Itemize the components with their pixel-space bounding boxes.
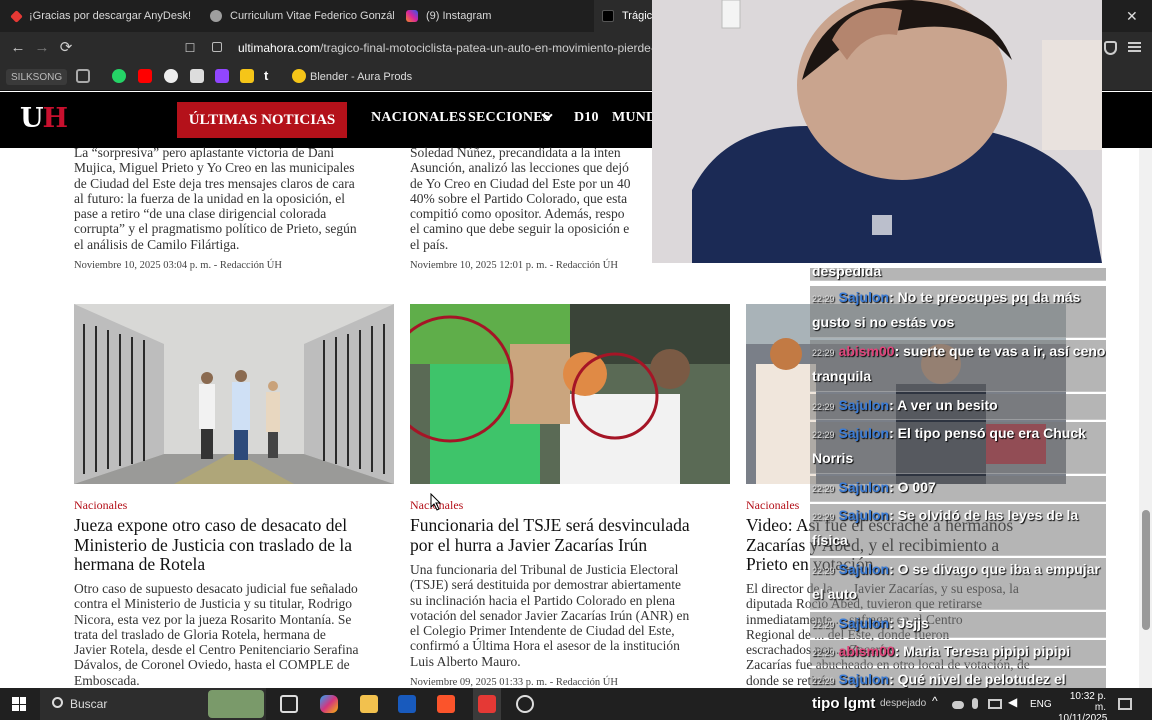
chat-overlay: despedida 22:29 Sajulon: No te preocupes … <box>810 268 1106 688</box>
chat-message: 22:29 Sajulon: Se olvidó de las leyes de … <box>810 504 1106 556</box>
category-label[interactable]: Nacionales <box>746 498 799 513</box>
article-meta: Noviembre 10, 2025 12:01 p. m. - Redacci… <box>410 260 618 271</box>
crowd-image <box>410 304 730 484</box>
chat-message: 22:29 Sajulon: O se divago que iba a empu… <box>810 558 1106 610</box>
tab-label: ¡Gracias por descargar AnyDesk! <box>29 10 192 22</box>
logo-h: H <box>42 103 68 134</box>
chat-message: 22:29 Sajulon: El tipo pensó que era Chuc… <box>810 422 1106 474</box>
menu-icon[interactable] <box>1128 42 1141 52</box>
taskbar-active-app[interactable] <box>473 688 501 720</box>
article-meta: Noviembre 10, 2025 03:04 p. m. - Redacci… <box>74 260 282 271</box>
windows-start-icon[interactable] <box>12 697 26 711</box>
close-icon[interactable]: ✕ <box>1126 8 1138 25</box>
chat-message: 22:29 Sajulon: Jsjjs <box>810 612 1106 638</box>
prison-corridor-image <box>74 304 394 484</box>
clock-time: 10:32 p. m. <box>1069 691 1106 713</box>
ultimas-noticias-button[interactable]: ÚLTIMAS NOTICIAS <box>177 102 347 138</box>
volume-icon[interactable]: ◀ <box>1008 695 1017 709</box>
cloud-icon[interactable] <box>952 701 964 709</box>
blender-icon <box>292 69 306 83</box>
apps-icon[interactable] <box>76 69 90 83</box>
logo-u: U <box>20 103 44 134</box>
chat-message: 22:29 abism00: Maria Teresa pipipi pipipi <box>810 640 1106 666</box>
brave-shield-icon[interactable] <box>1104 41 1117 55</box>
nav-nacionales[interactable]: NACIONALES <box>371 110 466 126</box>
notifications-icon[interactable] <box>1118 698 1132 710</box>
clock-date: 10/11/2025 <box>1058 713 1108 724</box>
category-label[interactable]: Nacionales <box>74 498 127 513</box>
obs-icon[interactable] <box>516 695 534 713</box>
article-excerpt: Otro caso de supuesto desacato judicial … <box>74 581 359 688</box>
twitch-icon[interactable] <box>215 69 229 83</box>
tab-curriculum[interactable]: Curriculum Vitae Federico González.p <box>198 0 394 32</box>
clock[interactable]: 10:32 p. m. 10/11/2025 <box>1058 691 1108 724</box>
back-icon[interactable]: ← <box>8 38 28 58</box>
nav-d10[interactable]: D10 <box>574 110 599 126</box>
network-icon[interactable] <box>988 699 1002 709</box>
nav-mundo[interactable]: MUND <box>612 110 656 126</box>
forward-icon[interactable]: → <box>32 38 52 58</box>
tab-label: (9) Instagram <box>426 10 492 22</box>
article-excerpt: Soledad Núñez, precandidata a la inten A… <box>410 145 631 252</box>
microphone-icon[interactable] <box>972 698 978 709</box>
youtube-icon[interactable] <box>138 69 152 83</box>
scrollbar-thumb[interactable] <box>1142 510 1150 630</box>
tab-active[interactable]: Trágico <box>594 0 652 32</box>
overlay-caption: tipo lgmt <box>812 695 876 712</box>
chat-message: 22:29 Sajulon: Qué nivel de pelotudez el <box>810 668 1106 688</box>
search-highlight-image <box>208 690 264 718</box>
site-settings-icon[interactable] <box>212 42 222 52</box>
chevron-up-icon[interactable]: ^ <box>932 694 938 708</box>
address-bar[interactable]: ultimahora.com/tragico-final-motociclist… <box>238 36 698 60</box>
article-headline[interactable]: Jueza expone otro caso de desacato del M… <box>74 516 404 575</box>
nav-secciones[interactable]: SECCIONES <box>468 110 551 126</box>
tab-instagram[interactable]: (9) Instagram <box>396 0 592 32</box>
article-excerpt: Una funcionaria del Tribunal de Justicia… <box>410 562 690 669</box>
docs-icon[interactable] <box>190 69 204 83</box>
bookmark-silksong[interactable]: SILKSONG <box>6 69 68 85</box>
tumblr-icon[interactable]: t <box>264 69 278 83</box>
taskbar-search[interactable]: Buscar <box>40 688 266 720</box>
ultimahora-icon <box>602 10 614 22</box>
article-headline[interactable]: Funcionaria del TSJE será desvinculada p… <box>410 516 740 555</box>
bookmark-icon[interactable]: ☐ <box>180 38 200 58</box>
article-image-prison[interactable] <box>74 304 394 484</box>
bookmark-blender[interactable]: Blender - Aura Prods <box>310 69 412 85</box>
file-explorer-icon[interactable] <box>360 695 378 713</box>
chat-message: 22:29 Sajulon: A ver un besito <box>810 394 1106 420</box>
search-icon <box>52 697 63 708</box>
language-indicator[interactable]: ENG <box>1030 699 1052 710</box>
article-meta: Noviembre 09, 2025 01:33 p. m. - Redacci… <box>410 677 618 688</box>
anydesk-icon <box>10 9 23 23</box>
chatgpt-icon[interactable] <box>164 69 178 83</box>
weather-label[interactable]: despejado <box>880 698 926 709</box>
anydesk-icon <box>478 695 496 713</box>
whatsapp-icon[interactable] <box>112 69 126 83</box>
mouse-cursor-icon <box>430 493 442 511</box>
chat-message: despedida <box>810 268 1106 281</box>
task-view-icon[interactable] <box>280 695 298 713</box>
tab-label: Trágico <box>622 10 652 22</box>
url-path: /tragico-final-motociclista-patea-un-aut… <box>320 41 675 55</box>
copilot-icon[interactable] <box>320 695 338 713</box>
article-image-tsje[interactable] <box>410 304 730 484</box>
reload-icon[interactable]: ⟳ <box>56 38 76 58</box>
instagram-icon <box>406 10 418 22</box>
chat-message: 22:29 Sajulon: No te preocupes pq da más … <box>810 286 1106 338</box>
webcam-person-image <box>652 0 1102 263</box>
brave-icon[interactable] <box>437 695 455 713</box>
site-logo[interactable]: UH <box>20 103 68 134</box>
url-host: ultimahora.com <box>238 41 321 55</box>
imdb-icon[interactable] <box>240 69 254 83</box>
article-excerpt: La “sorpresiva” pero aplastante victoria… <box>74 145 357 252</box>
webcam-overlay <box>652 0 1102 263</box>
chat-message: 22:29 abism00: suerte que te vas a ir, as… <box>810 340 1106 392</box>
taskbar-search-label: Buscar <box>70 697 108 711</box>
word-icon[interactable] <box>398 695 416 713</box>
tab-label: Curriculum Vitae Federico González.p <box>230 10 394 22</box>
tab-anydesk[interactable]: ¡Gracias por descargar AnyDesk! <box>0 0 196 32</box>
globe-icon <box>210 10 222 22</box>
chat-message: 22:29 Sajulon: O 007 <box>810 476 1106 502</box>
